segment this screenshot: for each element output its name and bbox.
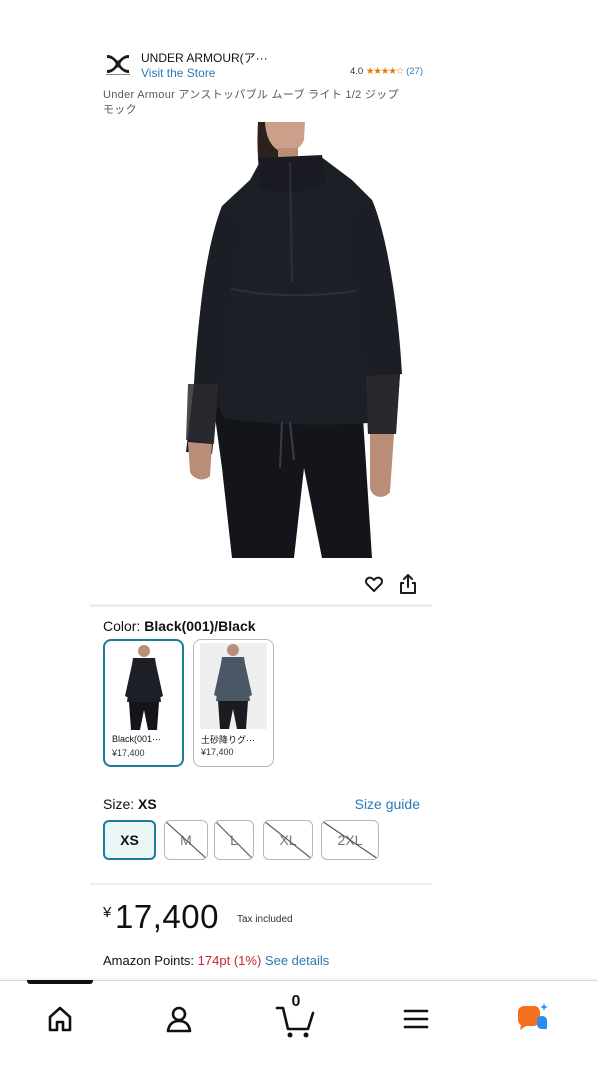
nav-rufus[interactable] <box>510 997 554 1041</box>
color-swatch-black[interactable]: Black(001··· ¥17,400 <box>103 639 184 767</box>
brand-row: UNDER ARMOUR(ア··· Visit the Store 4.0 ★★… <box>103 48 423 84</box>
active-tab-indicator <box>27 980 93 984</box>
product-detail-content: UNDER ARMOUR(ア··· Visit the Store 4.0 ★★… <box>90 0 432 980</box>
swatch-image-gray <box>200 643 267 729</box>
selected-color: Black(001)/Black <box>144 618 256 634</box>
swatch-name: 土砂降りグ··· <box>201 735 255 745</box>
price-amount: 17,400 <box>115 898 219 935</box>
menu-icon <box>403 1009 429 1029</box>
selected-size: XS <box>138 796 157 812</box>
brand-name[interactable]: UNDER ARMOUR(ア··· <box>141 49 268 66</box>
color-selection-label: Color: Black(001)/Black <box>103 618 256 634</box>
unavailable-strike <box>215 821 253 859</box>
tax-note: Tax included <box>237 914 293 925</box>
points-percent: (1%) <box>233 953 262 968</box>
amazon-points-row: Amazon Points: 174pt (1%) See details <box>103 953 330 968</box>
swatch-price: ¥17,400 <box>112 748 145 758</box>
size-option-m[interactable]: M <box>164 820 208 860</box>
star-rating-icon: ★★★★☆ <box>365 66 405 77</box>
color-swatch-gray[interactable]: 土砂降りグ··· ¥17,400 <box>193 639 274 767</box>
section-divider <box>90 604 432 607</box>
size-option-2xl[interactable]: 2XL <box>321 820 379 860</box>
product-image[interactable] <box>90 122 432 558</box>
size-option-xl[interactable]: XL <box>263 820 313 860</box>
swatch-image-black <box>111 644 178 730</box>
account-icon <box>166 1006 192 1033</box>
size-guide-link[interactable]: Size guide <box>355 796 420 812</box>
share-icon[interactable] <box>398 573 418 595</box>
heart-icon[interactable] <box>364 574 384 594</box>
size-option-xs[interactable]: XS <box>103 820 156 860</box>
points-value: 174pt <box>197 953 231 968</box>
rufus-icon <box>518 1003 548 1030</box>
nav-account[interactable] <box>157 997 201 1041</box>
swatch-name: Black(001··· <box>112 734 162 744</box>
visit-store-link[interactable]: Visit the Store <box>141 66 215 80</box>
nav-menu[interactable] <box>394 997 438 1041</box>
unavailable-strike <box>322 821 378 859</box>
bottom-navigation: 0 <box>0 980 597 1080</box>
unavailable-strike <box>264 821 312 859</box>
brand-logo[interactable] <box>103 52 133 76</box>
see-details-link[interactable]: See details <box>265 953 329 968</box>
nav-cart[interactable]: 0 <box>274 993 318 1041</box>
section-divider <box>90 883 432 885</box>
nav-home[interactable] <box>38 997 82 1041</box>
rating-summary[interactable]: 4.0 ★★★★☆ (27) <box>350 66 423 77</box>
unavailable-strike <box>165 821 207 859</box>
cart-count-badge: 0 <box>291 993 301 1010</box>
size-option-l[interactable]: L <box>214 820 254 860</box>
rating-value: 4.0 <box>350 66 364 77</box>
size-selection-label: Size: XS <box>103 796 157 812</box>
price-currency: ¥ <box>103 904 112 921</box>
product-title: Under Armour アンストッパブル ムーブ ライト 1/2 ジップ モッ… <box>103 89 399 116</box>
swatch-price: ¥17,400 <box>201 747 234 757</box>
home-icon <box>48 1006 72 1032</box>
product-actions <box>90 570 432 600</box>
rating-count[interactable]: (27) <box>406 66 423 77</box>
